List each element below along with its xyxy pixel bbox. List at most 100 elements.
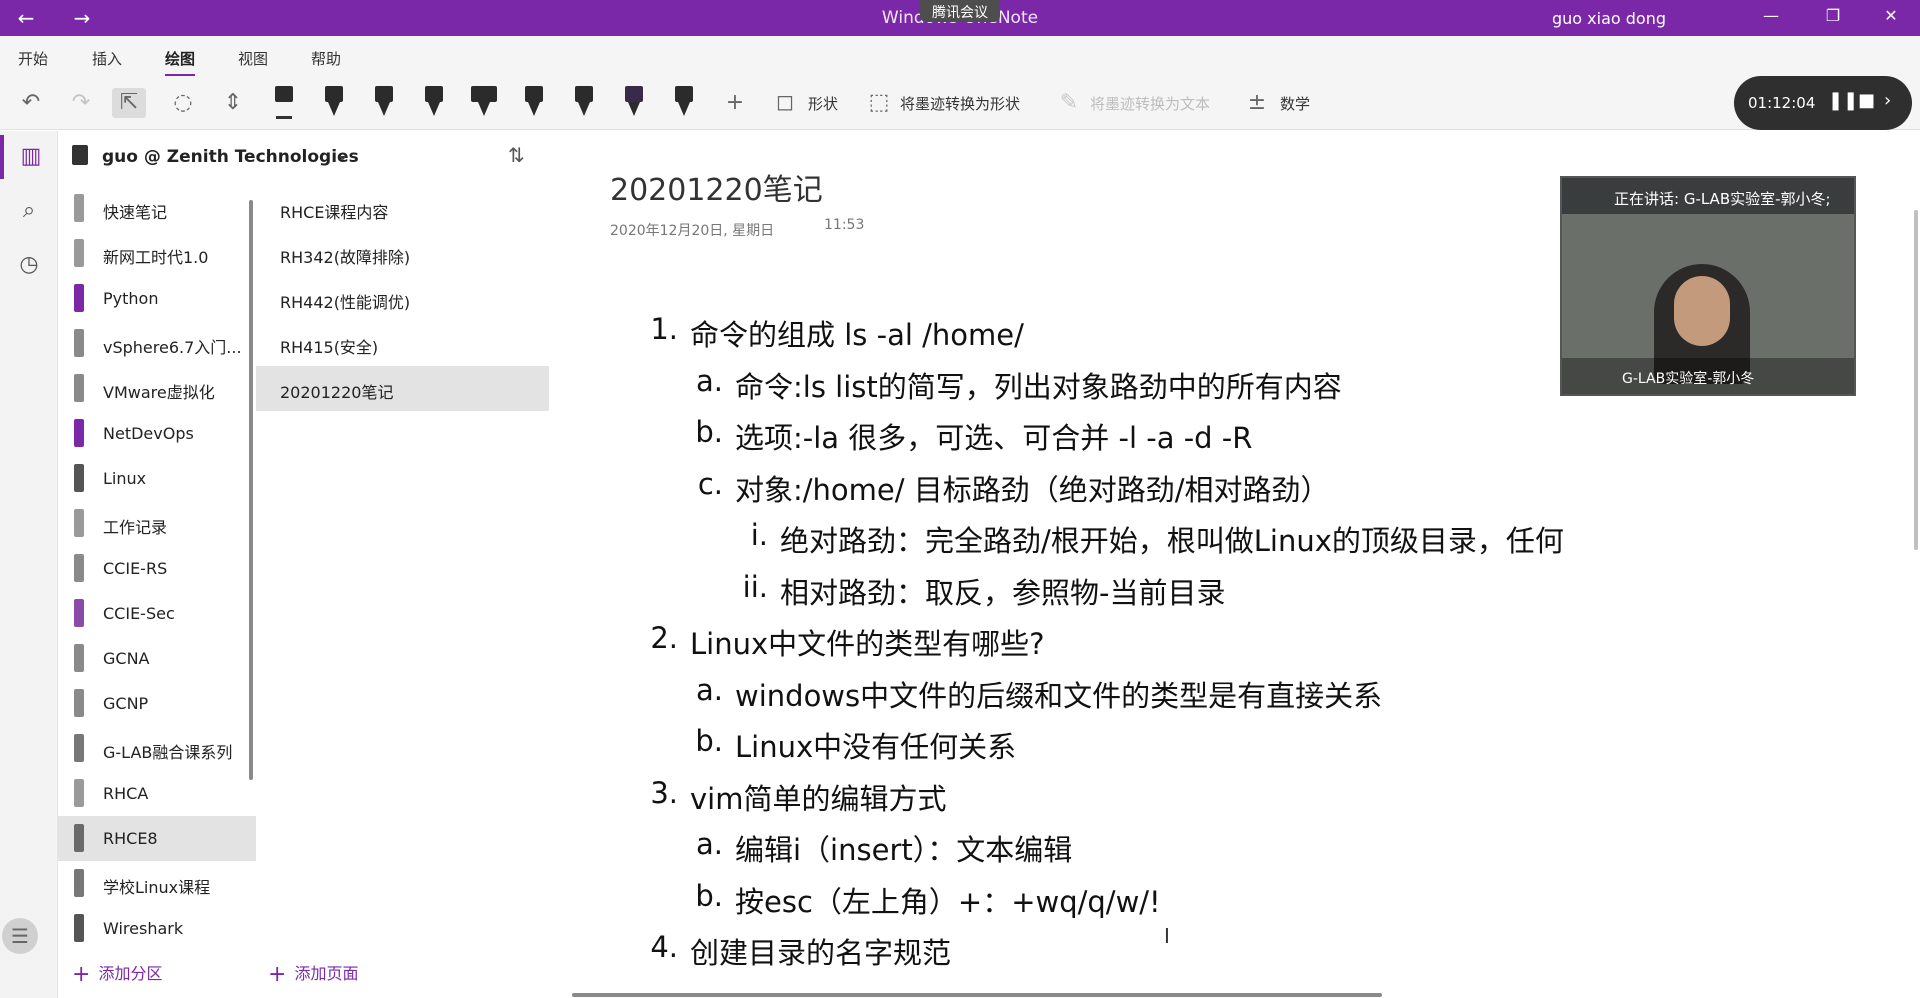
note-line-text: 绝对路劲：完全路劲/根开始，根叫做Linux的顶级目录，任何 [780,524,1564,558]
note-line[interactable]: 3. vim简单的编辑方式 [650,776,946,818]
section-label: vSphere6.7入门... [103,338,242,357]
horizontal-scrollbar[interactable] [572,993,1382,997]
notebooks-icon[interactable]: ▥ [0,135,58,179]
page-time: 11:53 [824,217,865,233]
page-item[interactable]: RHCE课程内容 [256,186,549,231]
add-section-button[interactable]: + 添加分区 [72,960,162,987]
section-item[interactable]: VMware虚拟化 [58,366,256,411]
math-label[interactable]: 数学 [1280,93,1310,114]
section-scrollbar[interactable] [249,200,253,780]
note-line[interactable]: 1. 命令的组成 ls -al /home/ [650,312,1024,354]
section-item[interactable]: 工作记录 [58,501,256,546]
meeting-badge[interactable]: 腾讯会议 [920,0,1000,22]
tab-view[interactable]: 视图 [238,48,268,69]
section-item[interactable]: GCNA [58,636,256,681]
section-item[interactable]: GCNP [58,681,256,726]
section-item[interactable]: vSphere6.7入门... [58,321,256,366]
section-item[interactable]: 新网工时代1.0 [58,231,256,276]
section-item[interactable]: Wireshark [58,906,256,951]
title-bar: ← → Windows OneNote 腾讯会议 guo xiao dong —… [0,0,1920,36]
section-item[interactable]: CCIE-Sec [58,591,256,636]
pen-galaxy-icon[interactable] [520,82,548,122]
ink-to-shape-icon[interactable]: ⬚ [862,88,896,118]
stop-icon[interactable]: ■ [1858,90,1875,111]
vertical-scrollbar[interactable] [1914,210,1918,550]
pen-purple-icon[interactable] [620,82,648,122]
section-item[interactable]: RHCE8 [58,816,256,861]
note-line[interactable]: b. 按esc（左上角）+：+wq/q/w/! [695,879,1160,921]
math-icon[interactable]: ± [1240,88,1274,118]
note-line[interactable]: 2. Linux中文件的类型有哪些? [650,621,1044,663]
note-line[interactable]: 4. 创建目录的名字规范 [650,930,951,972]
section-item[interactable]: 快速笔记 [58,186,256,231]
chevron-down-icon[interactable]: ⌄ [336,145,349,164]
note-line[interactable]: a. 命令:ls list的简写，列出对象路劲中的所有内容 [696,364,1342,406]
user-name[interactable]: guo xiao dong [1552,9,1666,28]
minimize-button[interactable]: — [1756,6,1786,25]
section-item[interactable]: RHCA [58,771,256,816]
notebook-list-toggle-icon[interactable]: ☰ [2,918,38,954]
close-button[interactable]: ✕ [1876,6,1906,25]
next-icon[interactable]: › [1884,90,1891,111]
shapes-icon[interactable]: ◻ [768,88,802,118]
pen-black-4-icon[interactable] [570,82,598,122]
notebook-header[interactable]: guo @ Zenith Technologies ⌄ ⇅ [58,131,558,183]
note-line[interactable]: b. Linux中没有任何关系 [695,724,1016,766]
section-item[interactable]: Python [58,276,256,321]
ink-to-shape-label[interactable]: 将墨迹转换为形状 [900,93,1020,114]
page-item[interactable]: RH442(性能调优) [256,276,549,321]
note-line[interactable]: b. 选项:-la 很多，可选、可合并 -l -a -d -R [695,415,1252,457]
shapes-label[interactable]: 形状 [808,93,838,114]
speaking-indicator: 正在讲话: G-LAB实验室-郭小冬; [1562,178,1854,214]
section-item[interactable]: NetDevOps [58,411,256,456]
insert-space-icon[interactable]: ⇕ [216,88,250,118]
section-label: 工作记录 [103,518,168,537]
undo-icon[interactable]: ↶ [14,88,48,118]
page-item[interactable]: RH342(故障排除) [256,231,549,276]
section-item[interactable]: CCIE-RS [58,546,256,591]
section-item[interactable]: Linux [58,456,256,501]
sort-icon[interactable]: ⇅ [508,143,525,167]
eraser-pen-icon[interactable] [270,82,298,122]
tab-help[interactable]: 帮助 [311,48,341,69]
page-title[interactable]: 20201220笔记 [610,165,823,209]
note-line[interactable]: c. 对象:/home/ 目标路劲（绝对路劲/相对路劲） [698,467,1330,509]
note-line[interactable]: a. 编辑i（insert）：文本编辑 [696,827,1072,869]
type-select-icon[interactable]: ⇱ [112,88,146,118]
note-line[interactable]: i. 绝对路劲：完全路劲/根开始，根叫做Linux的顶级目录，任何 [751,518,1564,560]
add-pen-icon[interactable]: + [718,88,752,118]
list-number: b. [695,724,723,758]
pause-icon[interactable]: ❚❚ [1828,90,1858,111]
video-panel[interactable]: 正在讲话: G-LAB实验室-郭小冬; G-LAB实验室-郭小冬 [1560,176,1856,396]
pen-black-5-icon[interactable] [670,82,698,122]
page-item[interactable]: 20201220笔记 [256,366,549,411]
plus-icon: + [72,962,91,987]
page-label: RH415(安全) [280,338,379,357]
pen-black-3-icon[interactable] [420,82,448,122]
highlighter-icon[interactable] [470,82,498,122]
section-color-tab [74,914,84,942]
section-label: RHCA [103,784,149,803]
note-line[interactable]: a. windows中文件的后缀和文件的类型是有直接关系 [696,673,1382,715]
section-item[interactable]: G-LAB融合课系列 [58,726,256,771]
search-icon[interactable]: ⌕ [0,189,58,233]
recent-clock-icon[interactable]: ◷ [0,243,58,287]
tab-insert[interactable]: 插入 [92,48,122,69]
section-item[interactable]: 学校Linux课程 [58,861,256,906]
tab-draw[interactable]: 绘图 [165,48,196,77]
note-line[interactable]: ii. 相对路劲：取反，参照物-当前目录 [743,570,1226,612]
notebook-name[interactable]: guo @ Zenith Technologies [102,147,359,167]
section-color-tab [74,779,84,807]
list-number: b. [695,415,723,449]
pen-black-2-icon[interactable] [370,82,398,122]
tab-home[interactable]: 开始 [18,48,48,69]
pen-black-1-icon[interactable] [320,82,348,122]
restore-button[interactable]: ❐ [1818,6,1848,25]
page-item[interactable]: RH415(安全) [256,321,549,366]
lasso-select-icon[interactable]: ◌ [166,88,200,118]
add-page-button[interactable]: + 添加页面 [268,960,358,987]
list-number: 1. [650,312,678,346]
recording-timer: 01:12:04 ❚❚ ■ › [1734,76,1912,130]
redo-icon[interactable]: ↷ [64,88,98,118]
page-list: RHCE课程内容 RH342(故障排除) RH442(性能调优) RH415(安全) 2… [256,186,549,946]
